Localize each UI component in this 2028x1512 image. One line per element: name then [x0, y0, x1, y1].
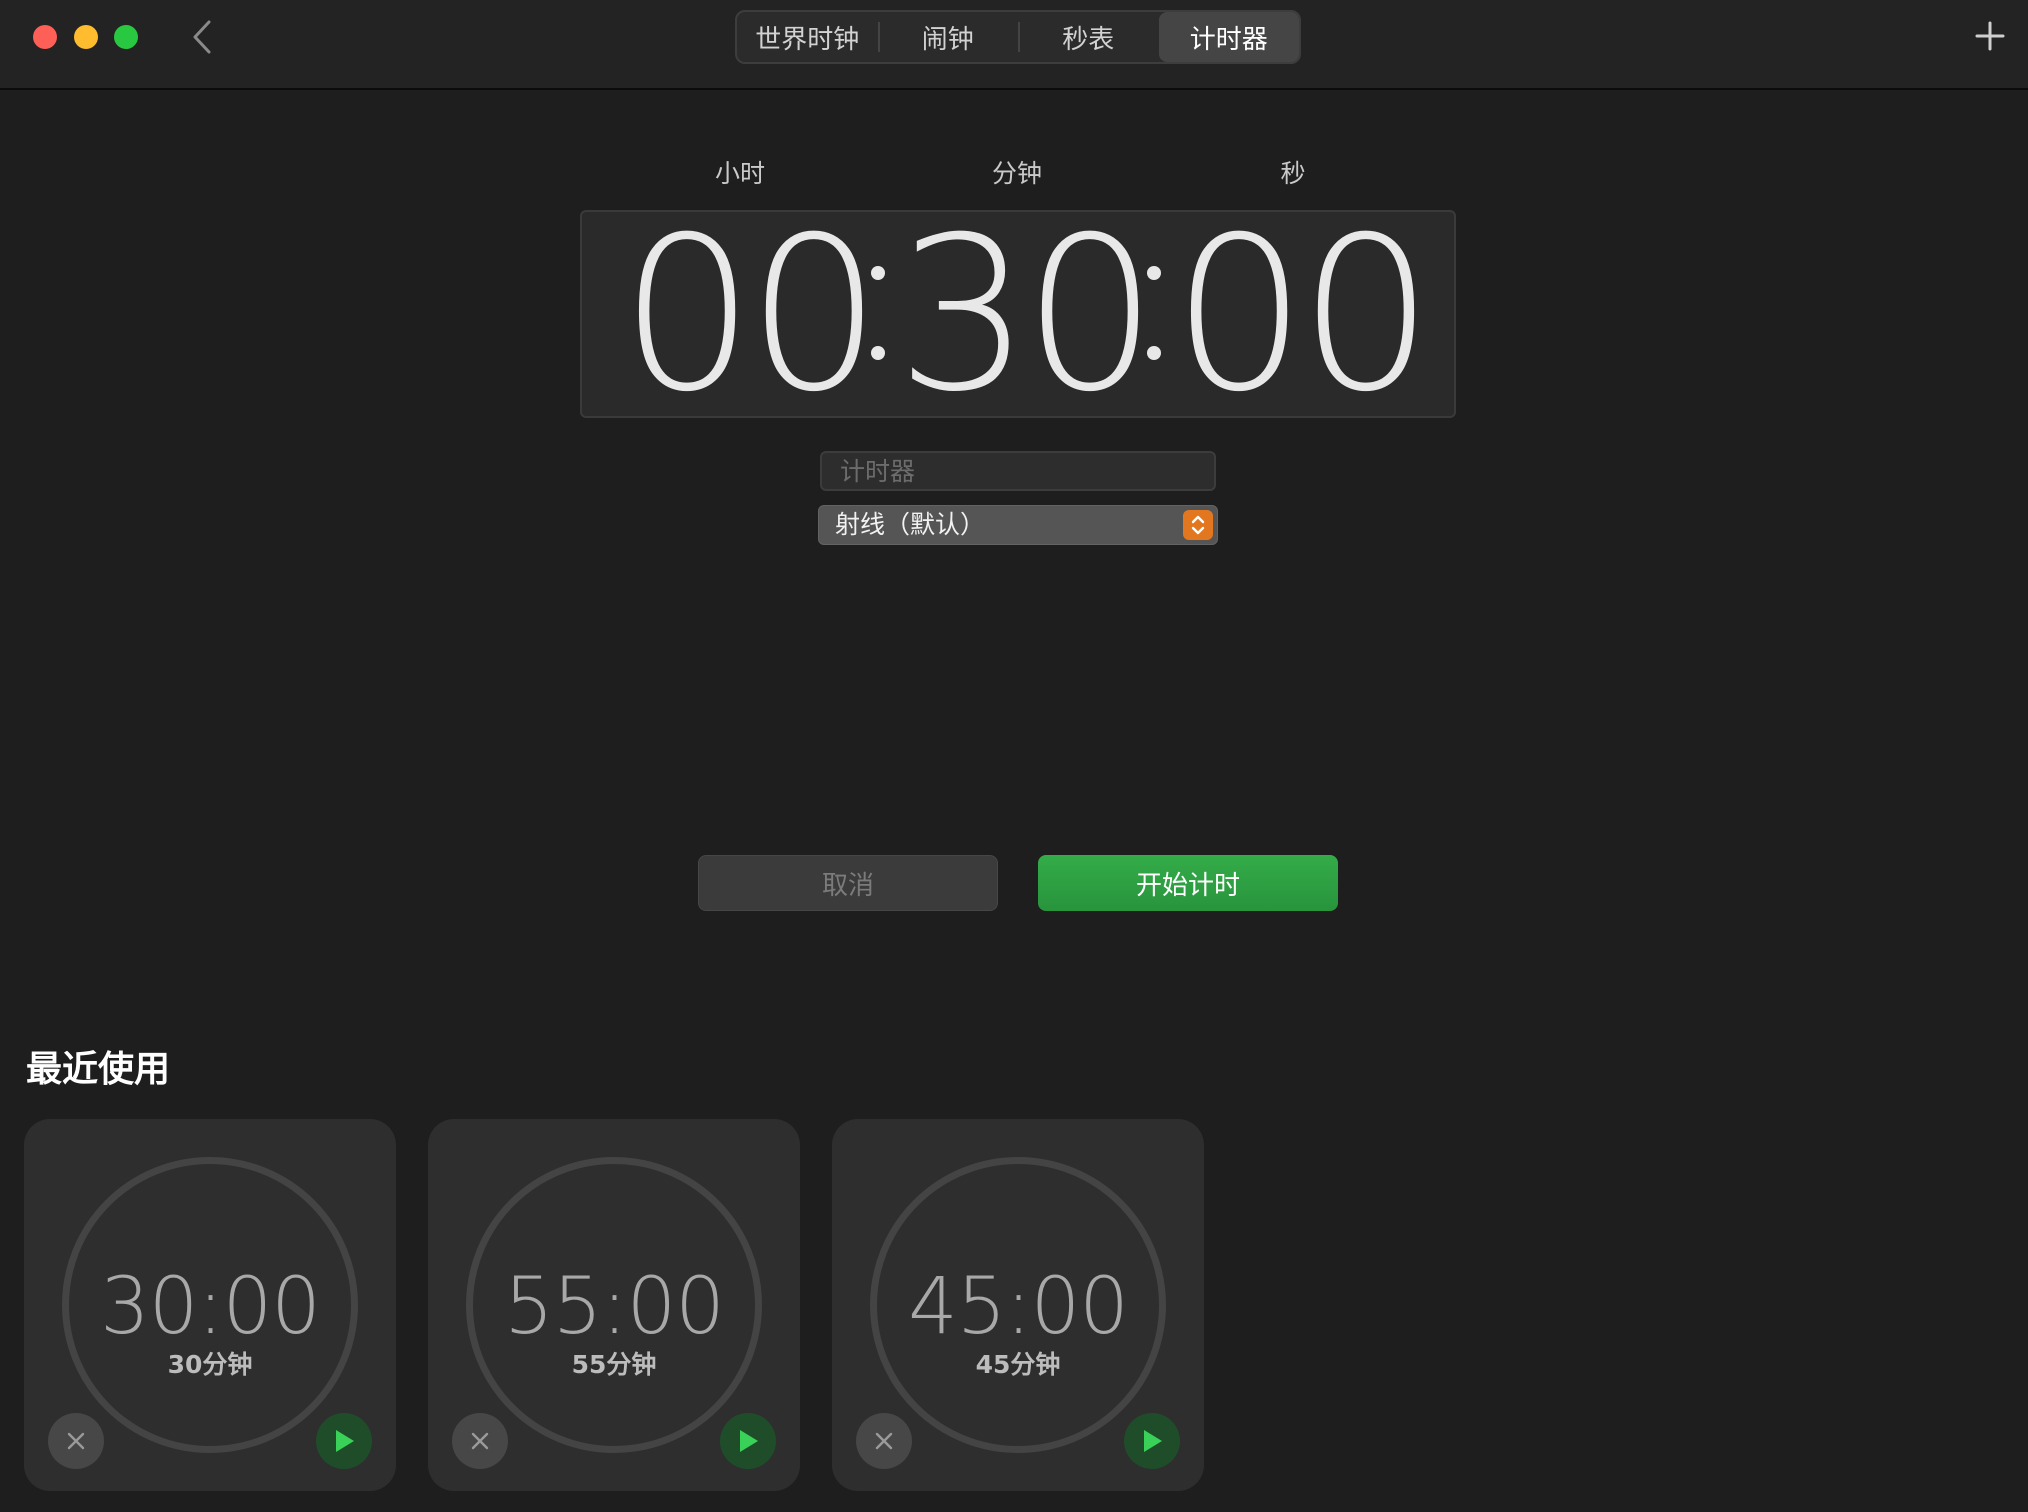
plus-icon — [1975, 21, 2005, 51]
colon-separator — [1147, 346, 1161, 360]
tab-timer[interactable]: 计时器 — [1158, 12, 1299, 62]
tab-world-clock[interactable]: 世界时钟 — [737, 12, 878, 62]
hours-field[interactable]: 00 — [620, 209, 882, 421]
recent-timer-card[interactable]: 30:00 30分钟 — [24, 1119, 396, 1491]
recent-timer-time: 45:00 — [908, 1262, 1129, 1352]
start-timer-button[interactable]: 开始计时 — [1038, 855, 1338, 911]
tab-alarm[interactable]: 闹钟 — [877, 12, 1019, 62]
colon-separator — [871, 266, 885, 280]
view-tabs: 世界时钟 闹钟 秒表 计时器 — [735, 10, 1301, 64]
recent-timer-card[interactable]: 45:00 45分钟 — [832, 1119, 1204, 1491]
recent-timer-label: 55分钟 — [571, 1350, 657, 1379]
toolbar: 世界时钟 闹钟 秒表 计时器 — [0, 0, 2028, 90]
colon-separator — [1147, 266, 1161, 280]
timer-label-input[interactable] — [820, 451, 1216, 491]
close-icon — [875, 1432, 893, 1450]
minutes-field[interactable]: 30 — [896, 209, 1158, 421]
hours-unit-label: 小时 — [714, 159, 765, 188]
recent-timer-time: 55:00 — [504, 1262, 725, 1352]
remove-timer-button[interactable] — [48, 1413, 104, 1469]
recent-timer-label: 30分钟 — [167, 1350, 253, 1379]
chevron-up-down-icon — [1183, 510, 1213, 540]
recent-timer-card[interactable]: 55:00 55分钟 — [428, 1119, 800, 1491]
seconds-unit-label: 秒 — [1280, 159, 1306, 188]
close-icon — [471, 1432, 489, 1450]
chevron-left-icon — [193, 20, 211, 54]
recent-section-title: 最近使用 — [26, 1049, 171, 1090]
play-icon — [1144, 1430, 1162, 1452]
sound-select-value: 射线（默认） — [835, 510, 986, 539]
seconds-field[interactable]: 00 — [1172, 209, 1434, 421]
back-button[interactable] — [186, 14, 218, 60]
remove-timer-button[interactable] — [856, 1413, 912, 1469]
minimize-window-button[interactable] — [74, 25, 98, 49]
play-icon — [740, 1430, 758, 1452]
tab-stopwatch[interactable]: 秒表 — [1018, 12, 1159, 62]
play-icon — [336, 1430, 354, 1452]
close-window-button[interactable] — [33, 25, 57, 49]
cancel-button[interactable]: 取消 — [698, 855, 998, 911]
colon-separator — [871, 346, 885, 360]
start-recent-timer-button[interactable] — [1124, 1413, 1180, 1469]
add-button[interactable] — [1970, 16, 2010, 56]
sound-select[interactable]: 射线（默认） — [818, 505, 1218, 545]
start-recent-timer-button[interactable] — [720, 1413, 776, 1469]
minutes-unit-label: 分钟 — [991, 159, 1042, 188]
recent-timer-time: 30:00 — [100, 1262, 321, 1352]
start-recent-timer-button[interactable] — [316, 1413, 372, 1469]
close-icon — [67, 1432, 85, 1450]
zoom-window-button[interactable] — [114, 25, 138, 49]
remove-timer-button[interactable] — [452, 1413, 508, 1469]
recent-timer-label: 45分钟 — [975, 1350, 1061, 1379]
